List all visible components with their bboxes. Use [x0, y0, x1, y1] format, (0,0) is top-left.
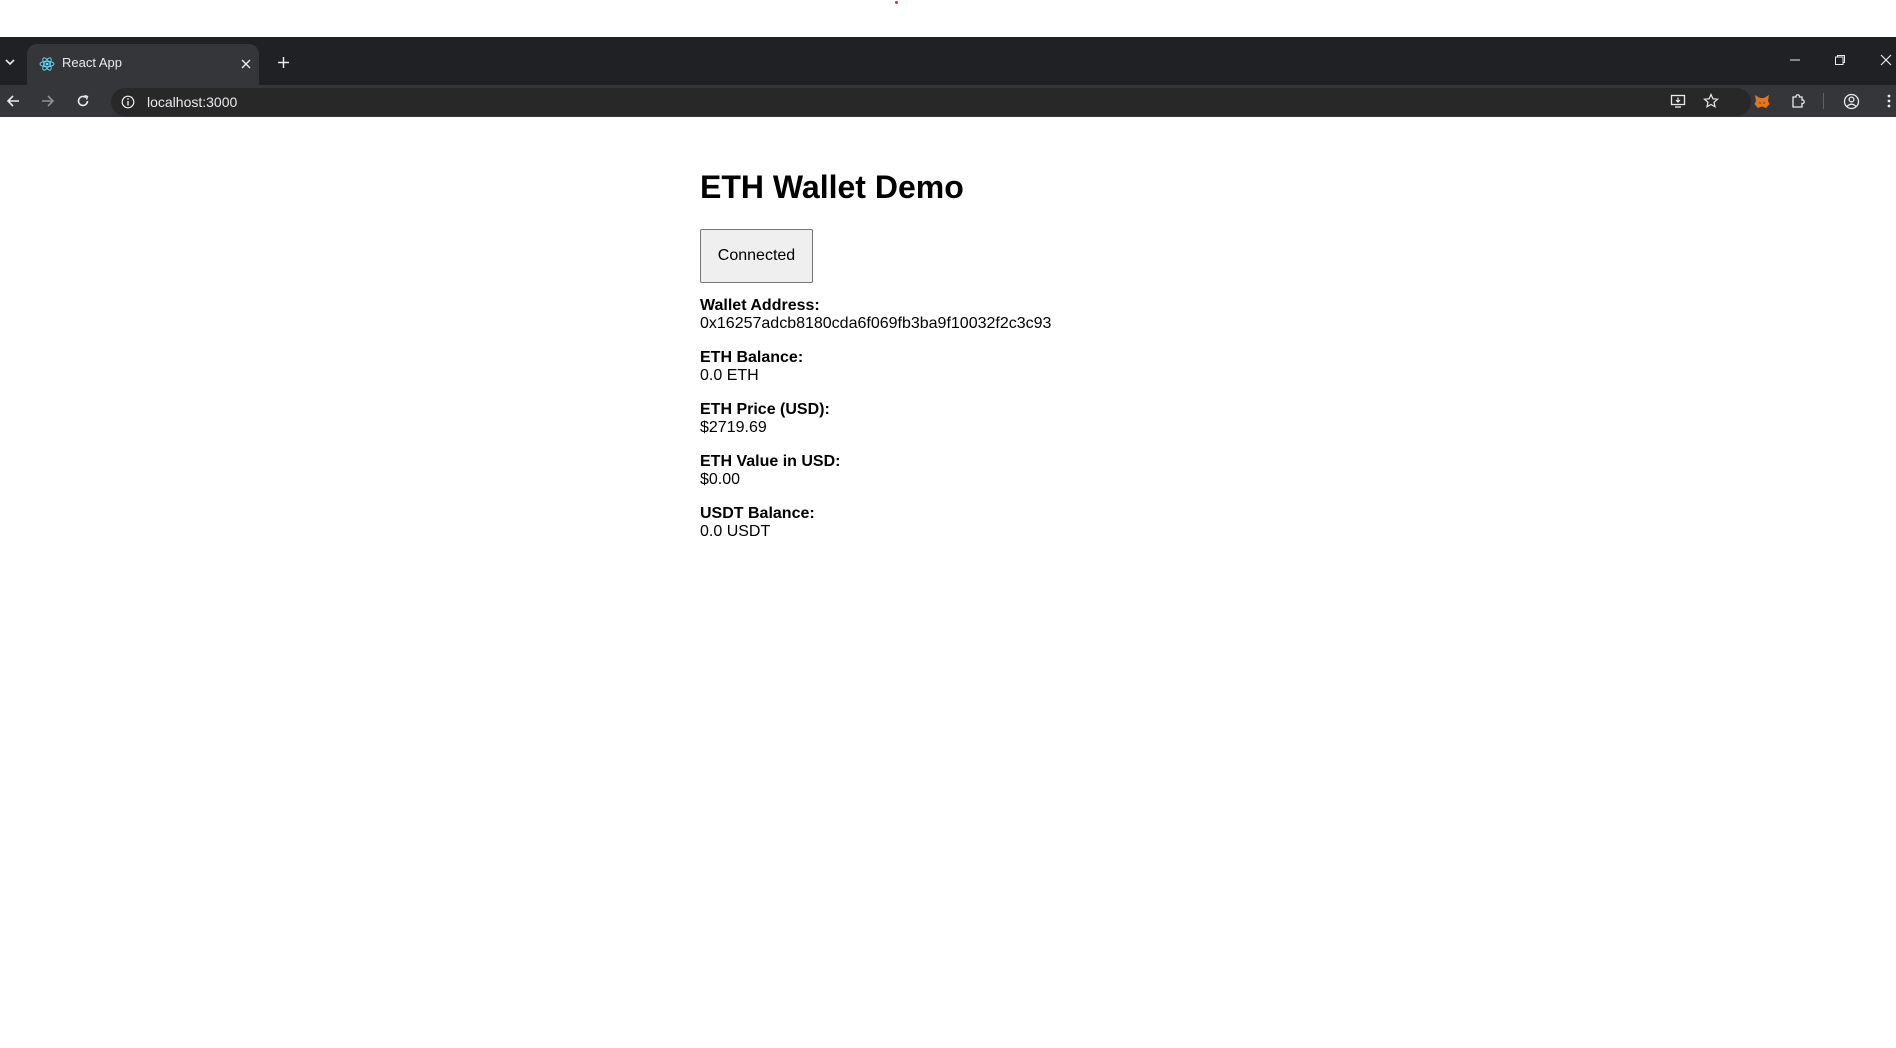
star-icon: [1703, 93, 1719, 109]
forward-button[interactable]: [35, 88, 61, 114]
browser-tab-active[interactable]: React App: [27, 44, 259, 85]
wallet-address-field: Wallet Address: 0x16257adcb8180cda6f069f…: [700, 297, 1051, 333]
field-value: $2719.69: [700, 419, 767, 436]
metamask-fox-icon: [1754, 95, 1770, 108]
extensions-button[interactable]: [1785, 88, 1811, 114]
reload-icon: [77, 94, 89, 107]
info-icon: [121, 95, 135, 109]
arrow-left-icon: [6, 95, 19, 107]
arrow-right-icon: [42, 95, 55, 107]
puzzle-icon: [1792, 94, 1805, 108]
bookmark-button[interactable]: [1698, 88, 1724, 114]
eth-balance-field: ETH Balance: 0.0 ETH: [700, 349, 803, 385]
field-label: ETH Balance:: [700, 349, 804, 366]
field-label: USDT Balance:: [700, 505, 815, 522]
plus-icon: [277, 56, 289, 68]
connect-wallet-button[interactable]: Connected: [700, 229, 813, 283]
close-icon: [241, 59, 251, 69]
new-tab-button[interactable]: [272, 51, 294, 73]
react-logo-icon: [39, 57, 55, 71]
page-title: ETH Wallet Demo: [700, 169, 964, 205]
address-url: localhost:3000: [147, 94, 238, 110]
field-value: 0.0 ETH: [700, 367, 759, 384]
close-window-button[interactable]: [1871, 47, 1896, 73]
install-app-button[interactable]: [1665, 88, 1691, 114]
reload-button[interactable]: [70, 88, 96, 114]
tab-search-button[interactable]: [0, 45, 20, 79]
kebab-menu-icon: [1887, 94, 1891, 108]
field-value: $0.00: [700, 471, 741, 488]
tab-title: React App: [62, 55, 122, 70]
tab-close-button[interactable]: [236, 54, 256, 74]
profile-icon: [1843, 93, 1859, 109]
install-icon: [1670, 94, 1686, 108]
close-icon: [1880, 54, 1892, 66]
field-value: 0.0 USDT: [700, 523, 771, 540]
eth-price-field: ETH Price (USD): $2719.69: [700, 401, 830, 437]
toolbar-separator: [1823, 93, 1824, 109]
usdt-balance-field: USDT Balance: 0.0 USDT: [700, 505, 815, 541]
metamask-extension-button[interactable]: [1749, 88, 1775, 114]
field-label: ETH Price (USD):: [700, 401, 830, 418]
restore-icon: [1835, 55, 1845, 65]
minimize-icon: [1790, 59, 1800, 61]
minimize-button[interactable]: [1780, 47, 1810, 73]
eth-value-usd-field: ETH Value in USD: $0.00: [700, 453, 840, 489]
browser-menu-button[interactable]: [1876, 88, 1896, 114]
chevron-down-icon: [5, 59, 15, 66]
browser-toolbar: localhost:3000: [0, 85, 1896, 117]
site-info-button[interactable]: [117, 91, 139, 113]
back-button[interactable]: [0, 88, 26, 114]
field-label: Wallet Address:: [700, 297, 820, 314]
screen-top-margin: [0, 0, 1896, 37]
address-bar[interactable]: localhost:3000: [111, 88, 1751, 116]
field-value: 0x16257adcb8180cda6f069fb3ba9f10032f2c3c…: [700, 315, 1052, 332]
recording-indicator-dot: [895, 1, 898, 4]
profile-button[interactable]: [1838, 88, 1864, 114]
restore-button[interactable]: [1825, 47, 1855, 73]
browser-tab-strip: React App: [0, 37, 1896, 85]
field-label: ETH Value in USD:: [700, 453, 841, 470]
